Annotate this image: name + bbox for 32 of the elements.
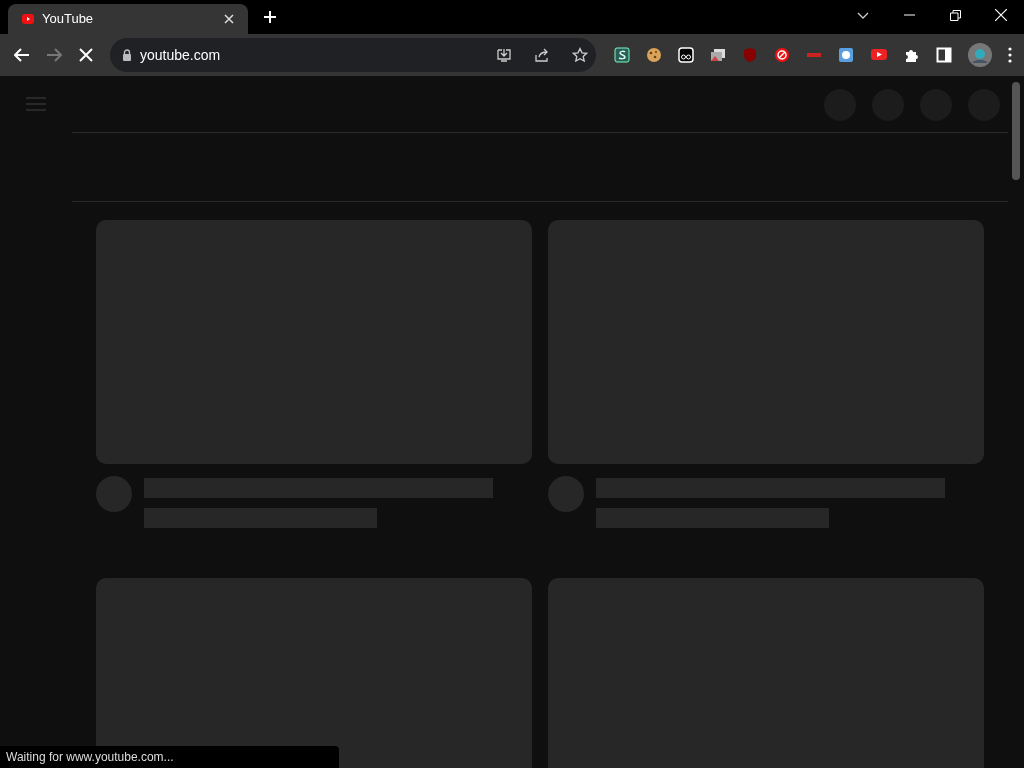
play-icon[interactable] [870,47,888,63]
tab-title: YouTube [42,10,95,29]
menu-dots-icon[interactable] [1008,47,1012,63]
extension-icon[interactable] [838,47,854,63]
cookie-icon[interactable] [646,47,662,63]
minimize-icon [903,14,915,16]
lock-icon [122,49,132,61]
url-text: youtube.com [140,45,221,65]
status-bubble: Waiting for www.youtube.com... [0,746,339,768]
restore-icon [949,9,961,21]
scrollbar-thumb[interactable] [1012,82,1020,180]
install-app-icon[interactable] [496,47,512,63]
address-bar[interactable]: youtube.com [110,38,596,72]
favicon-icon [22,14,34,24]
avatar-icon[interactable] [968,43,992,67]
puzzle-icon[interactable] [904,47,920,63]
chevron-down-icon [857,11,869,19]
side-panel-icon[interactable] [936,47,952,63]
share-icon[interactable] [534,47,550,63]
avatar-placeholder [548,476,584,512]
stop-icon [79,48,93,62]
gallery-icon[interactable] [710,47,726,63]
star-icon[interactable] [572,47,588,63]
close-icon [995,9,1007,21]
forward-arrow-icon [46,48,62,62]
plus-icon [263,10,277,24]
extension-icon[interactable] [774,47,790,63]
avatar-placeholder [96,476,132,512]
browser-tab[interactable]: YouTube [8,4,248,34]
close-icon[interactable] [224,14,234,24]
extension-icon[interactable] [614,47,630,63]
back-arrow-icon [14,48,30,62]
